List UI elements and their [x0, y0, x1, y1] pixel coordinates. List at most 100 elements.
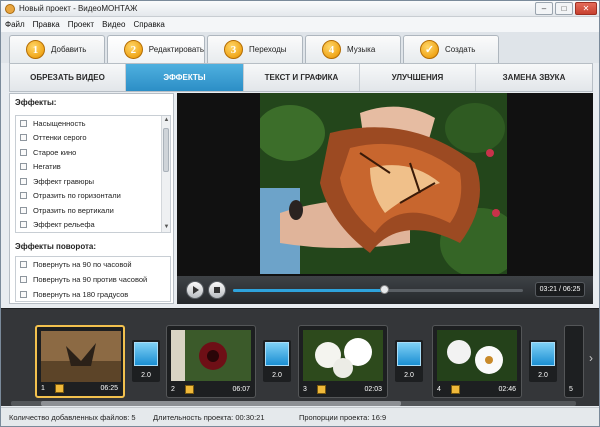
transition-slot[interactable]: 2.0 [529, 340, 557, 382]
effect-item[interactable]: Оттенки серого [16, 131, 170, 146]
clip-image [437, 330, 517, 381]
timeline-scrollbar[interactable] [11, 401, 576, 406]
effect-item[interactable]: Эффект гравюры [16, 174, 170, 189]
transition-icon [134, 342, 158, 366]
checkbox[interactable] [20, 206, 27, 214]
menu-video[interactable]: Видео [102, 20, 125, 29]
checkbox[interactable] [20, 119, 27, 127]
chevron-right-icon[interactable]: › [589, 351, 593, 365]
clip-image [41, 331, 121, 382]
transition-duration: 2.0 [272, 372, 282, 379]
menu-edit[interactable]: Правка [33, 20, 60, 29]
rotation-item[interactable]: Повернуть на 180 градусов [16, 287, 170, 302]
minimize-button[interactable]: – [535, 2, 553, 15]
checkbox[interactable] [20, 148, 27, 156]
step-number-badge: 3 [224, 40, 243, 59]
scrollbar-thumb[interactable] [41, 401, 401, 406]
step-label: Переходы [249, 45, 287, 54]
clip-thumbnail[interactable]: 5 [564, 325, 584, 398]
status-bar: Количество добавленных файлов: 5 Длитель… [1, 407, 599, 426]
clip-number: 1 [41, 385, 45, 392]
edit-pencil-icon[interactable] [185, 385, 194, 394]
edit-pencil-icon[interactable] [317, 385, 326, 394]
effect-item[interactable]: Насыщенность [16, 116, 170, 131]
window-title: Новый проект - ВидеоМОНТАЖ [19, 4, 138, 13]
menu-help[interactable]: Справка [133, 20, 164, 29]
step-edit[interactable]: 2 Редактировать [107, 35, 205, 63]
clip-duration: 06:25 [100, 385, 118, 392]
scrollbar-thumb[interactable] [163, 128, 169, 172]
app-icon [5, 3, 15, 14]
seek-handle[interactable] [379, 285, 389, 294]
step-create[interactable]: ✓ Создать [403, 35, 499, 63]
checkbox[interactable] [20, 291, 27, 298]
edit-subtabs: ОБРЕЗАТЬ ВИДЕО ЭФФЕКТЫ ТЕКСТ И ГРАФИКА У… [9, 63, 593, 92]
checkbox[interactable] [20, 134, 27, 142]
tab-enhancements[interactable]: УЛУЧШЕНИЯ [360, 64, 476, 91]
rotation-title: Эффекты поворота: [15, 242, 97, 251]
clip-duration: 02:46 [498, 386, 516, 393]
step-label: Добавить [51, 45, 87, 54]
checkbox[interactable] [20, 192, 27, 200]
checkbox[interactable] [20, 177, 27, 185]
rotation-item[interactable]: Повернуть на 90 по часовой [16, 257, 170, 272]
menu-file[interactable]: Файл [5, 20, 25, 29]
clip-number: 3 [303, 386, 307, 393]
play-button[interactable] [186, 281, 204, 299]
rotation-item[interactable]: Повернуть на 90 против часовой [16, 272, 170, 287]
checkbox[interactable] [20, 276, 27, 283]
tab-replace-sound[interactable]: ЗАМЕНА ЗВУКА [476, 64, 592, 91]
stop-button[interactable] [208, 281, 226, 299]
scroll-up-icon[interactable]: ▲ [162, 116, 170, 125]
checkbox[interactable] [20, 163, 27, 171]
preview-frame-moth-image [260, 93, 507, 274]
effect-item[interactable]: Старое кино [16, 145, 170, 160]
tab-effects[interactable]: ЭФФЕКТЫ [126, 64, 244, 91]
edit-pencil-icon[interactable] [451, 385, 460, 394]
seek-progress [233, 289, 384, 292]
step-transitions[interactable]: 3 Переходы [207, 35, 303, 63]
status-project-duration: Длительность проекта: 00:30:21 [153, 413, 265, 422]
effects-scrollbar[interactable]: ▲ ▼ [161, 116, 170, 232]
scroll-down-icon[interactable]: ▼ [162, 223, 170, 232]
clip-thumbnail[interactable]: 2 06:07 [166, 325, 256, 398]
effect-item[interactable]: Эффект рельефа [16, 218, 170, 233]
step-music[interactable]: 4 Музыка [305, 35, 401, 63]
workflow-steps: 1 Добавить 2 Редактировать 3 Переходы 4 … [1, 32, 599, 63]
transition-slot[interactable]: 2.0 [263, 340, 291, 382]
step-add[interactable]: 1 Добавить [9, 35, 105, 63]
clip-thumbnail[interactable]: 1 06:25 [35, 325, 125, 398]
clip-image [303, 330, 383, 381]
tab-trim-video[interactable]: ОБРЕЗАТЬ ВИДЕО [10, 64, 126, 91]
effects-title: Эффекты: [15, 98, 57, 107]
transition-duration: 2.0 [404, 372, 414, 379]
transition-icon [531, 342, 555, 366]
checkbox[interactable] [20, 221, 27, 229]
clip-duration: 06:07 [232, 386, 250, 393]
app-window: Новый проект - ВидеоМОНТАЖ – □ ✕ Файл Пр… [0, 0, 600, 427]
step-number-badge: 4 [322, 40, 341, 59]
edit-pencil-icon[interactable] [55, 384, 64, 393]
transition-slot[interactable]: 2.0 [395, 340, 423, 382]
clip-number: 4 [437, 386, 441, 393]
effect-item[interactable]: Отразить по горизонтали [16, 189, 170, 204]
menu-bar: Файл Правка Проект Видео Справка [1, 17, 599, 32]
transition-duration: 2.0 [538, 372, 548, 379]
transition-slot[interactable]: 2.0 [132, 340, 160, 382]
clip-number: 2 [171, 386, 175, 393]
maximize-button[interactable]: □ [555, 2, 573, 15]
close-button[interactable]: ✕ [575, 2, 597, 15]
tab-text-graphics[interactable]: ТЕКСТ И ГРАФИКА [244, 64, 360, 91]
effect-item[interactable]: Негатив [16, 160, 170, 175]
menu-project[interactable]: Проект [68, 20, 94, 29]
step-number-badge: 2 [124, 40, 143, 59]
clip-thumbnail[interactable]: 3 02:03 [298, 325, 388, 398]
transition-icon [397, 342, 421, 366]
seek-bar[interactable] [233, 285, 523, 294]
title-bar: Новый проект - ВидеоМОНТАЖ – □ ✕ [1, 1, 599, 17]
checkbox[interactable] [20, 261, 27, 268]
clip-thumbnail[interactable]: 4 02:46 [432, 325, 522, 398]
clip-number: 5 [569, 386, 573, 393]
status-files-count: Количество добавленных файлов: 5 [9, 413, 136, 422]
effect-item[interactable]: Отразить по вертикали [16, 203, 170, 218]
